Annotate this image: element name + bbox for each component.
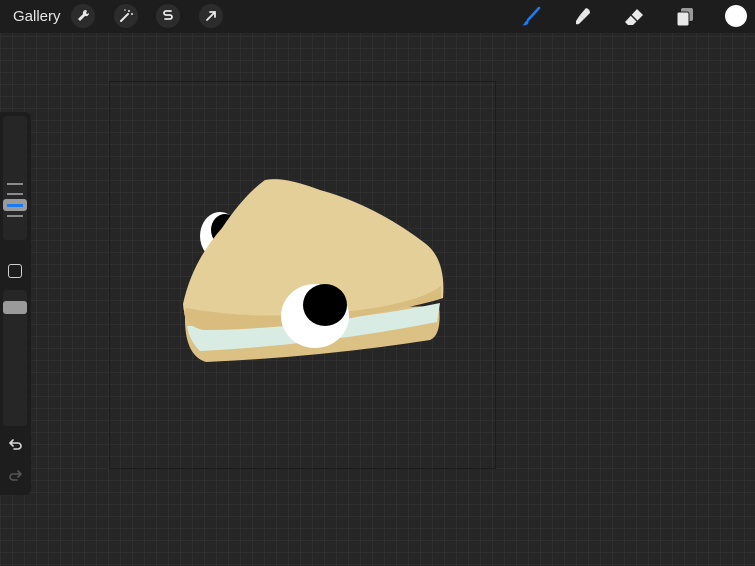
front-eye-pupil	[303, 284, 347, 326]
sandwich-artwork	[183, 179, 444, 362]
